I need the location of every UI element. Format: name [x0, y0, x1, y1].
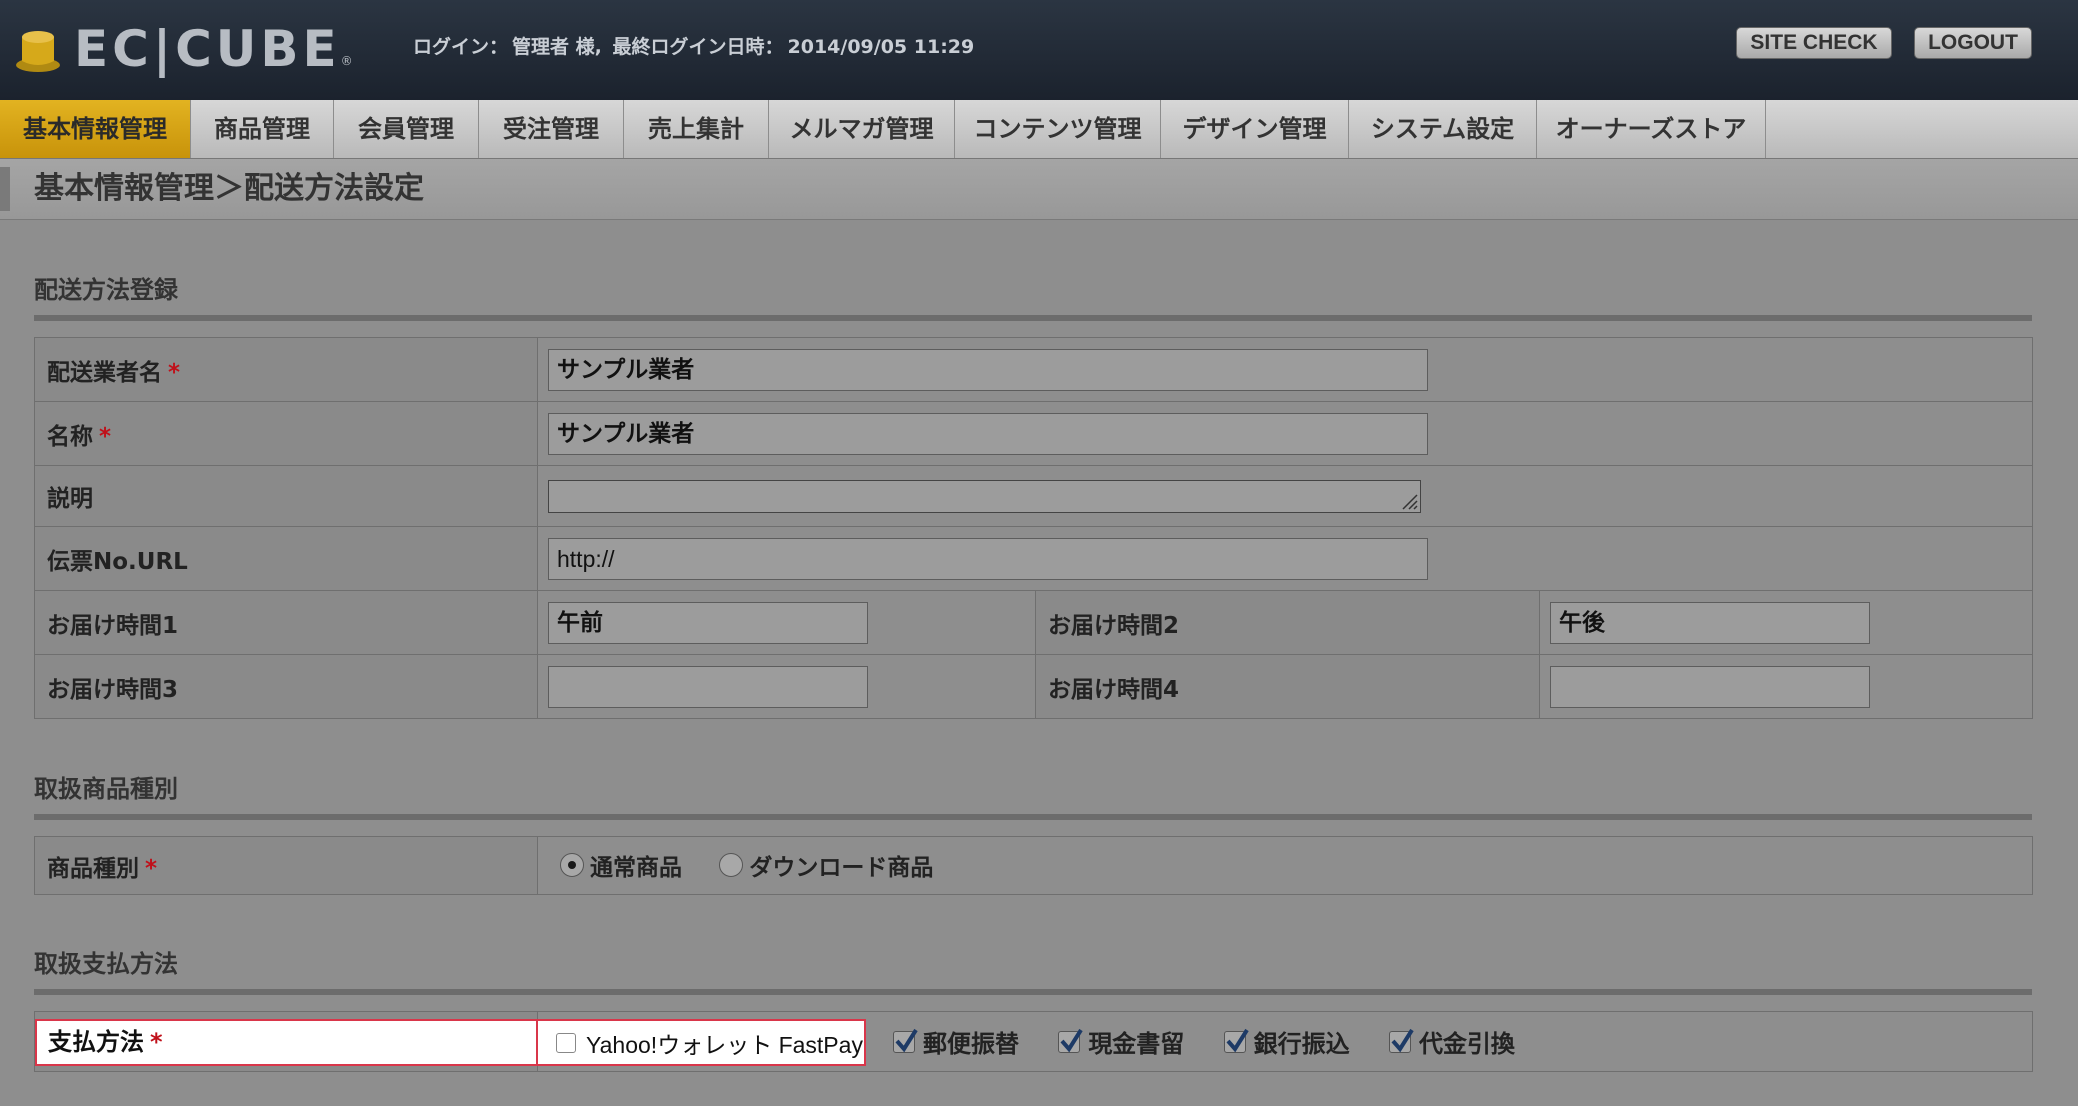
checkbox[interactable]	[893, 1028, 918, 1053]
option-label: 銀行振込	[1253, 1030, 1350, 1058]
product-type-normal-option[interactable]: 通常商品	[560, 848, 682, 882]
product-type-download-option[interactable]: ダウンロード商品	[719, 848, 933, 882]
logo[interactable]: EC|CUBE ®	[14, 20, 353, 78]
cube-logo-icon	[14, 23, 62, 75]
time4-cell	[1539, 654, 2033, 719]
yahoo-label: Yahoo!ウォレット FastPay	[586, 1031, 863, 1058]
login-info: ログイン： 管理者 様, 最終ログイン日時： 2014/09/05 11:29	[413, 32, 978, 59]
time1-cell: 午前	[537, 590, 1036, 655]
section-heading-delivery: 配送方法登録	[34, 270, 2032, 321]
time4-label: お届け時間4	[1048, 676, 1180, 703]
payment-bank-transfer-option[interactable]: 銀行振込	[1223, 1024, 1350, 1059]
url-cell: http://	[537, 526, 2033, 591]
checkbox[interactable]	[1058, 1028, 1084, 1053]
section-heading-product-type: 取扱商品種別	[34, 769, 2032, 820]
site-check-button[interactable]: SITE CHECK	[1736, 27, 1892, 59]
login-user: 管理者 様,	[512, 36, 602, 58]
nav-system[interactable]: システム設定	[1349, 100, 1537, 158]
time2-input[interactable]: 午後	[1550, 601, 1870, 644]
nav-members[interactable]: 会員管理	[334, 100, 479, 158]
payment-postal-option[interactable]: 郵便振替	[893, 1024, 1019, 1059]
nav-products[interactable]: 商品管理	[191, 100, 334, 158]
carrier-label-cell: 配送業者名 *	[34, 337, 538, 402]
last-login-time: 2014/09/05 11:29	[787, 36, 975, 58]
required-mark: *	[168, 359, 181, 386]
required-mark: *	[150, 1028, 163, 1056]
payment-method-label: 支払方法 *	[35, 1019, 536, 1066]
nav-mail-magazine[interactable]: メルマガ管理	[769, 100, 955, 158]
url-label-cell: 伝票No.URL	[34, 526, 538, 591]
check-icon	[1060, 1028, 1084, 1052]
payment-label: 支払方法	[48, 1028, 144, 1056]
nav-orders[interactable]: 受注管理	[479, 100, 624, 158]
time4-label-cell: お届け時間4	[1035, 654, 1540, 719]
product-type-label-cell: 商品種別 *	[34, 836, 538, 895]
check-icon	[1391, 1028, 1414, 1052]
radio-download[interactable]	[719, 853, 744, 877]
time4-input[interactable]	[1550, 665, 1870, 708]
checkbox[interactable]	[1388, 1028, 1414, 1053]
page-title: 基本情報管理＞配送方法設定	[34, 171, 424, 206]
logo-text: EC|CUBE	[74, 20, 341, 78]
carrier-cell: サンプル業者	[537, 337, 2033, 402]
product-type-options-cell: 通常商品 ダウンロード商品	[537, 836, 2033, 895]
url-label: 伝票No.URL	[47, 548, 188, 575]
desc-label-cell: 説明	[34, 465, 538, 527]
description-textarea[interactable]	[548, 479, 1421, 513]
payment-yahoo-wallet-option[interactable]: Yahoo!ウォレット FastPay	[536, 1019, 866, 1066]
check-icon	[895, 1028, 918, 1052]
checkbox[interactable]	[1223, 1028, 1249, 1053]
delivery-form-table: 配送業者名 * サンプル業者 名称 * サンプル業者 説明 伝票No.URL htt…	[34, 337, 2033, 719]
carrier-input[interactable]: サンプル業者	[548, 348, 1428, 391]
time2-label: お届け時間2	[1048, 612, 1180, 639]
logout-button[interactable]: LOGOUT	[1914, 27, 2032, 59]
nav-sales[interactable]: 売上集計	[624, 100, 769, 158]
time2-cell: 午後	[1539, 590, 2033, 655]
time2-label-cell: お届け時間2	[1035, 590, 1540, 655]
option-label: 郵便振替	[923, 1030, 1019, 1058]
yahoo-checkbox[interactable]	[556, 1032, 576, 1053]
desc-label: 説明	[47, 486, 93, 512]
payment-cod-option[interactable]: 代金引換	[1388, 1024, 1515, 1059]
time3-cell	[537, 654, 1036, 719]
time3-label: お届け時間3	[47, 676, 179, 703]
time1-input[interactable]: 午前	[548, 601, 868, 644]
carrier-label: 配送業者名	[47, 359, 162, 386]
section-heading-payment: 取扱支払方法	[34, 944, 2032, 995]
product-type-label: 商品種別	[47, 855, 139, 882]
last-login-label: 最終ログイン日時：	[612, 36, 784, 58]
option-label: 通常商品	[590, 855, 682, 881]
check-icon	[1226, 1028, 1249, 1052]
time1-label: お届け時間1	[47, 612, 179, 639]
option-label: 代金引換	[1418, 1030, 1515, 1058]
name-cell: サンプル業者	[537, 401, 2033, 466]
name-label-cell: 名称 *	[34, 401, 538, 466]
nav-design[interactable]: デザイン管理	[1161, 100, 1349, 158]
required-mark: *	[145, 855, 158, 882]
required-mark: *	[99, 423, 112, 450]
nav-basic-info[interactable]: 基本情報管理	[0, 100, 191, 158]
resize-grip-icon[interactable]	[1400, 492, 1418, 510]
time3-input[interactable]	[548, 665, 868, 708]
option-label: ダウンロード商品	[749, 855, 934, 881]
name-input[interactable]: サンプル業者	[548, 412, 1428, 455]
time3-label-cell: お届け時間3	[34, 654, 538, 719]
product-type-table: 商品種別 * 通常商品 ダウンロード商品	[34, 836, 2033, 895]
header: EC|CUBE ® ログイン： 管理者 様, 最終ログイン日時： 2014/09/0…	[0, 0, 2078, 100]
page-title-bar: 基本情報管理＞配送方法設定	[0, 159, 2078, 220]
nav-owners-store[interactable]: オーナーズストア	[1537, 100, 1766, 158]
nav-contents[interactable]: コンテンツ管理	[955, 100, 1161, 158]
desc-cell	[537, 465, 2033, 527]
main-nav: 基本情報管理 商品管理 会員管理 受注管理 売上集計 メルマガ管理 コンテンツ管…	[0, 100, 2078, 159]
time1-label-cell: お届け時間1	[34, 590, 538, 655]
radio-normal[interactable]	[560, 853, 584, 877]
tracking-url-input[interactable]: http://	[548, 537, 1428, 580]
name-label: 名称	[47, 423, 93, 450]
login-label: ログイン：	[413, 36, 509, 58]
payment-cash-registered-option[interactable]: 現金書留	[1058, 1024, 1184, 1059]
logo-registered-mark: ®	[340, 54, 353, 68]
option-label: 現金書留	[1088, 1030, 1185, 1058]
